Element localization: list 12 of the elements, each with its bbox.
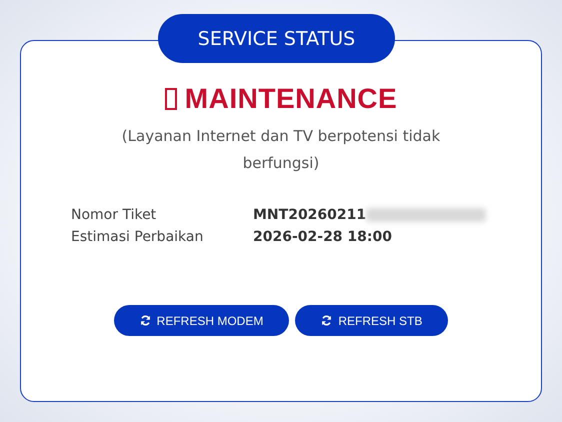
refresh-icon <box>321 315 332 326</box>
refresh-button[interactable]: REFRESH MODEM <box>114 305 290 336</box>
section-header: SERVICE STATUS <box>158 14 395 63</box>
refresh-button[interactable]: REFRESH STB <box>295 305 448 336</box>
detail-label: Nomor Tiket <box>71 207 158 223</box>
status-description: (Layanan Internet dan TV berpotensi tidak berfungsi) <box>120 126 442 174</box>
status-label: MAINTENANCE <box>184 83 398 115</box>
detail-label: Estimasi Perbaikan <box>71 229 204 245</box>
detail-value: MNT20260211 <box>253 207 366 223</box>
refresh-icon <box>140 315 151 326</box>
detail-value: 2026-02-28 18:00 <box>253 229 392 245</box>
missing-glyph-icon <box>164 88 177 110</box>
